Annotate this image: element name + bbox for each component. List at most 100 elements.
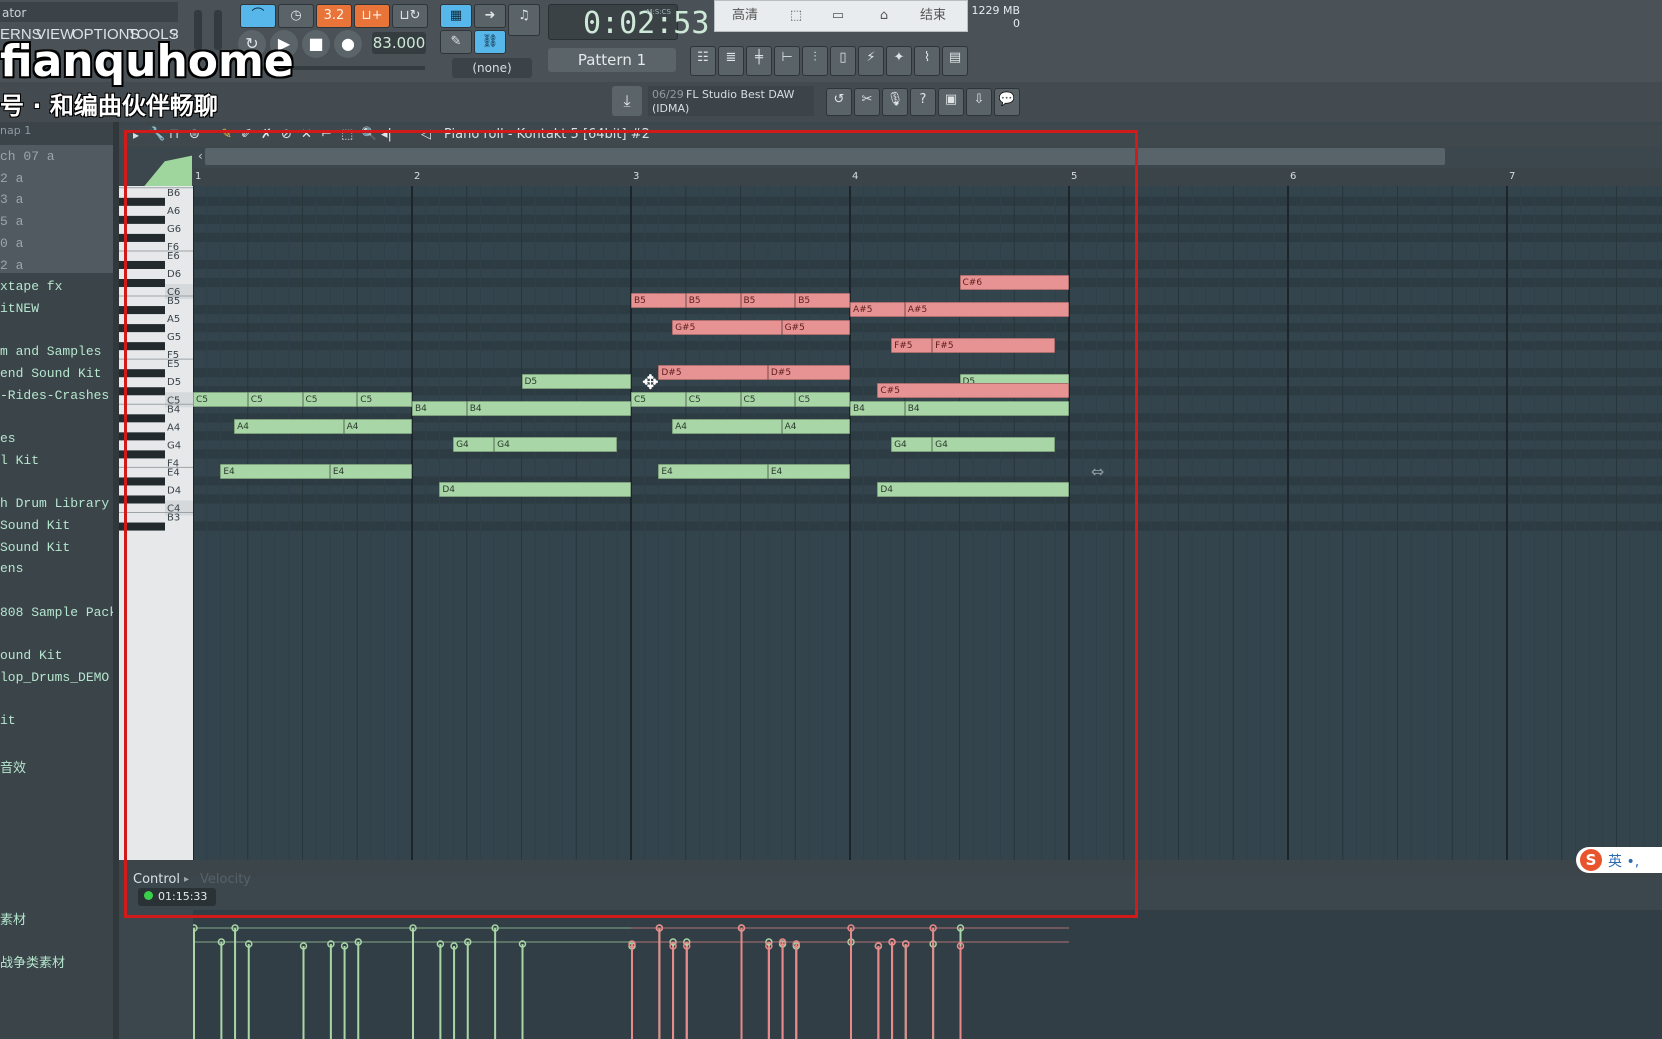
browser-item[interactable]: 素材 bbox=[0, 909, 26, 928]
region-select-icon: ⬚ bbox=[789, 8, 803, 23]
watermark-subtitle: 号 · 和编曲伙伴畅聊 bbox=[0, 92, 218, 120]
highlight-frame bbox=[124, 130, 1138, 918]
typing-keyboard-button[interactable]: ⌒ bbox=[240, 4, 276, 28]
channel-rack-icon: ≣ bbox=[725, 50, 737, 65]
velocity-stems bbox=[193, 924, 1069, 1039]
plugin-button[interactable]: ⚡ bbox=[858, 46, 884, 76]
memory-mb: 1229 MB bbox=[971, 4, 1020, 17]
cut-button[interactable]: ✂ bbox=[854, 88, 880, 116]
browser-item[interactable]: ens bbox=[0, 561, 23, 576]
browser-item[interactable]: end Sound Kit bbox=[0, 366, 101, 381]
browser-item[interactable]: 战争类素材 bbox=[0, 952, 65, 971]
ime-mode: 英 •, bbox=[1608, 854, 1640, 870]
polyphony-count: 0 bbox=[1013, 17, 1020, 30]
window-arrange-button[interactable]: ▤ bbox=[942, 46, 968, 76]
wand-button[interactable]: ✦ bbox=[886, 46, 912, 76]
export-button[interactable]: ⇩ bbox=[966, 88, 992, 116]
countdown-button[interactable]: 3.2 bbox=[316, 4, 352, 28]
browser-button[interactable]: ⊢ bbox=[774, 46, 800, 76]
time-display[interactable]: 0:02:53 M:S:CS bbox=[548, 4, 709, 41]
link-button[interactable]: ⛓ bbox=[474, 30, 506, 54]
scissors-icon: ✂ bbox=[861, 92, 873, 107]
browser-item[interactable]: ch 07 a bbox=[0, 149, 55, 164]
secondary-toolbar: ⤓ 06/29 FL Studio Best DAW (IDMA) ↺ ✂ 🎙 … bbox=[0, 82, 1662, 122]
question-icon: ? bbox=[919, 92, 927, 107]
piano-roll-icon: ╪ bbox=[755, 50, 763, 65]
browser-item[interactable]: es bbox=[0, 431, 16, 446]
time-format-label: M:S:CS bbox=[646, 8, 671, 16]
loop-icon: ⊔↻ bbox=[399, 8, 421, 23]
browser-item[interactable]: lop_Drums_DEMO bbox=[0, 670, 109, 685]
mic-button[interactable]: 🎙 bbox=[882, 88, 908, 116]
chat-button[interactable]: 💬 bbox=[994, 88, 1020, 116]
piano-roll-button[interactable]: ╪ bbox=[746, 46, 772, 76]
broom-icon: ⌇ bbox=[923, 50, 931, 65]
wait-input-button[interactable]: ◷ bbox=[278, 4, 314, 28]
browser-header: nap 1 bbox=[0, 124, 32, 137]
project-button[interactable]: ▯ bbox=[830, 46, 856, 76]
next-button[interactable]: ➜ bbox=[474, 4, 506, 28]
clock-icon: ◷ bbox=[290, 8, 302, 23]
step-edit-button[interactable]: ▦ bbox=[440, 4, 472, 28]
mic-icon: 🎙 bbox=[886, 92, 904, 107]
pencil-icon: ✎ bbox=[450, 34, 462, 49]
channel-selector[interactable]: (none) bbox=[452, 58, 532, 78]
browser-item[interactable]: it bbox=[0, 713, 16, 728]
hd-button[interactable]: 高清 bbox=[723, 6, 767, 26]
pencil-tool-button[interactable]: ✎ bbox=[440, 30, 472, 54]
window-arrange-icon: ▤ bbox=[948, 50, 962, 65]
browser-item[interactable]: m and Samples bbox=[0, 344, 101, 359]
browser-item[interactable]: h Drum Library bbox=[0, 496, 109, 511]
playlist-icon: ☷ bbox=[697, 50, 709, 65]
plug-icon: ⚡ bbox=[866, 50, 876, 65]
browser-item[interactable]: -Rides-Crashes bbox=[0, 388, 109, 403]
velocity-lane[interactable] bbox=[193, 910, 1662, 1039]
arrow-right-icon: ➜ bbox=[484, 8, 496, 23]
app-title-box: ator bbox=[0, 2, 178, 22]
browser-item[interactable]: Sound Kit bbox=[0, 518, 70, 533]
home-button[interactable]: ⌂ bbox=[869, 6, 899, 26]
undo-button[interactable]: ↺ bbox=[826, 88, 852, 116]
export-icon: ⇩ bbox=[973, 92, 985, 107]
hint-text: FL Studio Best DAW bbox=[686, 88, 795, 101]
browser-item[interactable]: 0 a bbox=[0, 236, 23, 251]
tempo-display[interactable]: 83.000 bbox=[372, 32, 426, 54]
download-icon: ⤓ bbox=[623, 91, 631, 110]
browser-item[interactable]: 音效 bbox=[0, 757, 26, 776]
keyboard-icon: ▦ bbox=[449, 8, 463, 23]
wand-icon: ✦ bbox=[893, 50, 905, 65]
loop-record-button[interactable]: ⊔↻ bbox=[392, 4, 428, 28]
browser-item[interactable]: ound Kit bbox=[0, 648, 62, 663]
browser-item[interactable]: l Kit bbox=[0, 453, 39, 468]
download-button[interactable]: ⤓ bbox=[612, 86, 642, 116]
blend-notes-button[interactable]: ⊔+ bbox=[354, 4, 390, 28]
browser-item[interactable]: xtape fx bbox=[0, 279, 62, 294]
window-button[interactable]: ▭ bbox=[823, 6, 853, 26]
end-button[interactable]: 结束 bbox=[911, 6, 955, 26]
channel-rack-button[interactable]: ≣ bbox=[718, 46, 744, 76]
stop-button[interactable]: ■ bbox=[302, 30, 330, 58]
metronome-icon: ⌒ bbox=[251, 8, 265, 23]
ime-indicator[interactable]: S 英 •, bbox=[1576, 847, 1662, 873]
pattern-selector[interactable]: Pattern 1 bbox=[548, 48, 676, 72]
broom-button[interactable]: ⌇ bbox=[914, 46, 940, 76]
help-button[interactable]: ? bbox=[910, 88, 936, 116]
browser-item[interactable]: 808 Sample Pack bbox=[0, 605, 117, 620]
browser-item[interactable]: 2 a bbox=[0, 171, 23, 186]
sogou-icon: S bbox=[1580, 849, 1602, 871]
metronome-button[interactable]: ♫ bbox=[508, 4, 540, 36]
browser-item[interactable]: itNEW bbox=[0, 301, 39, 316]
browser-item[interactable]: 3 a bbox=[0, 192, 23, 207]
mixer-button[interactable]: ⫶ bbox=[802, 46, 828, 76]
watermark-title: fianquhome bbox=[0, 36, 294, 87]
stop-icon: ■ bbox=[308, 34, 324, 53]
region-button[interactable]: ⬚ bbox=[781, 6, 811, 26]
mixer-icon: ⫶ bbox=[813, 50, 817, 65]
record-button[interactable]: ● bbox=[334, 30, 362, 58]
browser-item[interactable]: 5 a bbox=[0, 214, 23, 229]
browser-item[interactable]: 2 a bbox=[0, 258, 23, 273]
playlist-button[interactable]: ☷ bbox=[690, 46, 716, 76]
hint-panel: 06/29 FL Studio Best DAW (IDMA) bbox=[648, 86, 814, 116]
save-button[interactable]: ▣ bbox=[938, 88, 964, 116]
browser-item[interactable]: Sound Kit bbox=[0, 540, 70, 555]
